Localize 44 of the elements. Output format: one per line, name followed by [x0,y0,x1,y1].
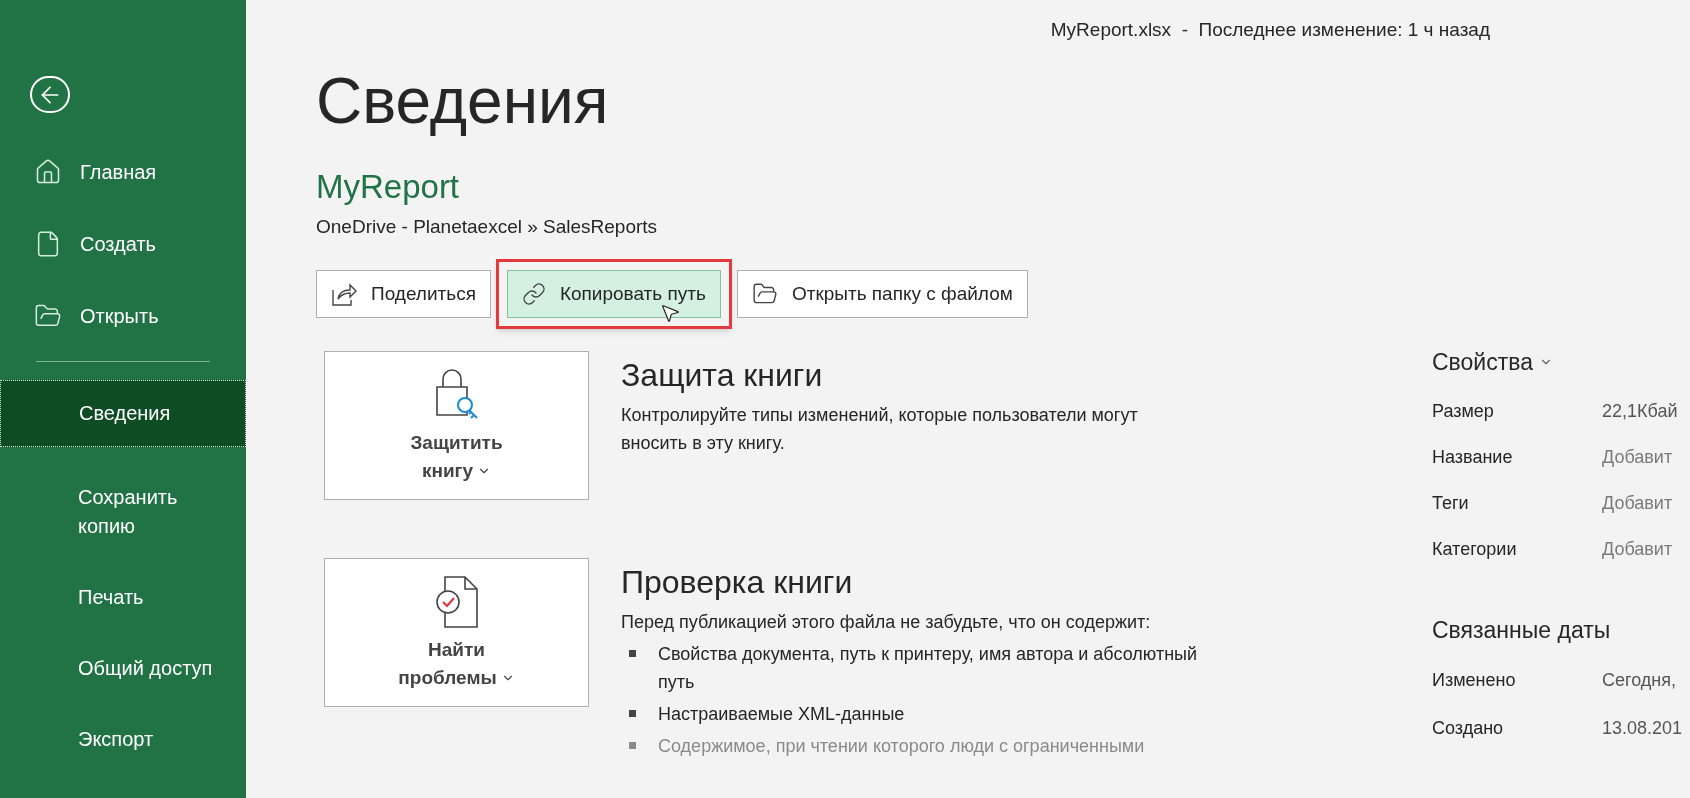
section-description: Контролируйте типы изменений, которые пользователи могут вносить в эту книгу. [621,404,1139,455]
sidebar-item[interactable]: Открыть [0,297,246,336]
sidebar-item[interactable]: Сведения [0,380,246,447]
sidebar-item[interactable]: Создать [0,225,246,264]
sidebar-item[interactable]: Сохранить копию [0,465,246,559]
back-button[interactable] [30,76,70,114]
sidebar-item[interactable]: Главная [0,153,246,192]
bullet-icon [629,742,636,749]
date-value: Сегодня, [1602,668,1676,692]
document-location: OneDrive - Planetaexcel » SalesReports [316,214,659,239]
action-button[interactable]: Копировать путь [506,270,721,318]
property-value[interactable]: Добавит [1602,489,1673,517]
date-label: Создано [1432,716,1505,740]
bullet-icon [629,710,636,717]
property-value: 22,1Кбай [1602,400,1678,423]
property-label: Теги [1432,492,1470,515]
related-dates-title: Связанные даты [1432,616,1612,645]
section-title: Защита книги [621,356,824,395]
section-title: Проверка книги [621,563,854,602]
property-label: Размер [1432,400,1495,423]
sidebar-item[interactable]: Экспорт [0,707,246,772]
property-value[interactable]: Добавит [1602,443,1673,471]
document-name: MyReport [316,166,461,207]
action-button[interactable]: Открыть папку с файлом [736,270,1028,318]
sidebar-item[interactable]: Печать [0,565,246,630]
bullet-text: Свойства документа, путь к принтеру, имя автора и абсолютный путь [658,643,1199,694]
section-button[interactable]: Защитить книгу [324,351,589,500]
bullet-icon [629,650,636,657]
date-value: 13.08.201 [1602,716,1683,740]
property-value[interactable]: Добавит [1602,535,1673,563]
date-label: Изменено [1432,668,1517,692]
sidebar-item[interactable]: Общий доступ [0,636,246,701]
file-status: MyReport.xlsx - Последнее изменение: 1 ч назад [1050,18,1490,42]
property-label: Название [1432,446,1514,469]
bullet-text: Содержимое, при чтении которого люди с ограниченными [658,735,1146,758]
link-icon [521,282,546,306]
action-button[interactable]: Поделиться [316,270,491,318]
properties-dropdown[interactable]: Свойства [1432,344,1684,379]
section-description: Перед публикацией этого файла не забудьте, что он содержит: [621,611,1152,634]
page-title: Сведения [316,63,610,139]
bullet-text: Настраиваемые XML-данные [658,703,906,726]
property-label: Категории [1432,538,1518,561]
share-icon [331,282,357,306]
section-button[interactable]: Найти проблемы [324,558,589,707]
